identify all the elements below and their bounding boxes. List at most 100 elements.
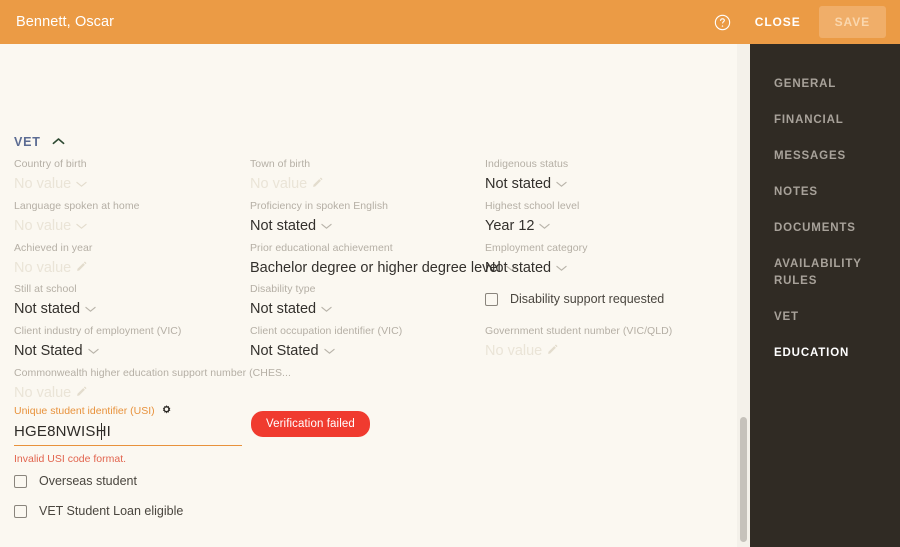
pencil-icon[interactable] — [76, 259, 87, 277]
field-value-text: No value — [485, 343, 543, 359]
gear-icon[interactable] — [161, 404, 172, 419]
field-dropdown[interactable]: Not stated — [485, 259, 588, 277]
chevron-down-icon[interactable] — [556, 259, 567, 277]
field-label: Commonwealth higher education support nu… — [14, 367, 291, 379]
field-label: Country of birth — [14, 158, 87, 170]
verification-failed-badge[interactable]: Verification failed — [251, 411, 370, 437]
field-label: Disability type — [250, 283, 316, 295]
checkbox-box[interactable] — [485, 292, 498, 306]
field-label: Proficiency in spoken English — [250, 200, 389, 212]
field-text-control[interactable]: No value — [485, 342, 672, 360]
field-value-text: No value — [14, 176, 72, 192]
page-title: Bennett, Oscar — [16, 14, 115, 30]
field-value-text: Not stated — [485, 260, 552, 276]
pencil-icon[interactable] — [76, 384, 87, 402]
right-nav-sidebar: GENERAL FINANCIAL MESSAGES NOTES DOCUMENTS AV… — [750, 44, 900, 547]
field-label: Town of birth — [250, 158, 311, 170]
field-client-occupation-identifier-vic: Client occupation identifier (VIC) Not St… — [250, 325, 402, 360]
field-value-text: Not stated — [485, 176, 552, 192]
field-label: Language spoken at home — [14, 200, 140, 212]
pencil-icon[interactable] — [312, 175, 323, 193]
field-value-text: No value — [14, 260, 72, 276]
field-value-text: Not stated — [250, 218, 317, 234]
field-label: Government student number (VIC/QLD) — [485, 325, 673, 337]
field-language-spoken-at-home: Language spoken at home No value — [14, 200, 140, 235]
chevron-up-icon — [52, 133, 65, 151]
checkbox-vet-student-loan-eligible[interactable]: VET Student Loan eligible — [14, 504, 183, 518]
sidebar-item-documents[interactable]: DOCUMENTS — [750, 210, 900, 246]
field-label: Still at school — [14, 283, 77, 295]
usi-input[interactable] — [14, 422, 242, 441]
chevron-down-icon[interactable] — [323, 342, 335, 360]
field-dropdown[interactable]: Bachelor degree or higher degree level — [250, 259, 517, 277]
usi-input-wrapper — [14, 422, 242, 446]
field-indigenous-status: Indigenous status Not stated — [485, 158, 568, 193]
checkbox-box[interactable] — [14, 504, 27, 518]
field-dropdown[interactable]: Year 12 — [485, 217, 579, 235]
chevron-down-icon[interactable] — [556, 175, 567, 193]
chevron-down-icon[interactable] — [321, 300, 332, 318]
checkbox-box[interactable] — [14, 474, 27, 488]
sidebar-item-notes[interactable]: NOTES — [750, 174, 900, 210]
field-value-text: No value — [14, 218, 72, 234]
field-dropdown[interactable]: Not stated — [250, 217, 388, 235]
field-commonwealth-higher-education-support-number: Commonwealth higher education support nu… — [14, 367, 291, 402]
chevron-down-icon[interactable] — [85, 300, 96, 318]
sidebar-item-label: EDUCATION — [774, 346, 850, 359]
help-circle-icon[interactable] — [709, 8, 737, 36]
chevron-down-icon[interactable] — [76, 217, 87, 235]
field-disability-type: Disability type Not stated — [250, 283, 332, 318]
field-text-control[interactable]: No value — [250, 175, 323, 193]
vertical-scrollbar-thumb[interactable] — [740, 417, 747, 542]
field-text-control[interactable]: No value — [14, 259, 92, 277]
field-dropdown[interactable]: Not stated — [14, 300, 96, 318]
sidebar-item-label: GENERAL — [774, 78, 837, 90]
field-value-text: Not stated — [14, 301, 81, 317]
sidebar-item-general[interactable]: GENERAL — [750, 66, 900, 102]
field-employment-category: Employment category Not stated — [485, 242, 588, 277]
usi-label-text: Unique student identifier (USI) — [14, 405, 155, 417]
field-dropdown[interactable]: Not Stated — [250, 342, 402, 360]
sidebar-item-label: MESSAGES — [774, 150, 846, 163]
chevron-down-icon[interactable] — [539, 217, 551, 235]
field-dropdown[interactable]: Not stated — [485, 175, 568, 193]
field-text-control[interactable]: No value — [14, 384, 291, 402]
checkbox-label: Overseas student — [39, 474, 137, 488]
field-dropdown[interactable]: No value — [14, 175, 87, 193]
field-value-text: Not Stated — [250, 343, 319, 359]
chevron-down-icon[interactable] — [76, 175, 87, 193]
field-dropdown[interactable]: No value — [14, 217, 140, 235]
section-label-vet: VET — [14, 135, 41, 149]
checkbox-label: Disability support requested — [510, 292, 665, 306]
sidebar-item-availability-rules[interactable]: AVAILABILITY RULES — [750, 246, 900, 298]
field-value-text: Not stated — [250, 301, 317, 317]
header-actions: CLOSE SAVE — [709, 6, 886, 38]
field-label: Achieved in year — [14, 242, 93, 254]
section-header-vet[interactable]: VET — [14, 133, 65, 151]
form-content: VET Country of birth No value Town of birt… — [0, 44, 740, 547]
field-label: Client industry of employment (VIC) — [14, 325, 182, 337]
checkbox-label: VET Student Loan eligible — [39, 504, 184, 518]
usi-label: Unique student identifier (USI) — [14, 404, 242, 419]
vertical-scrollbar-track[interactable] — [737, 44, 750, 547]
sidebar-item-label: DOCUMENTS — [774, 222, 856, 235]
close-button[interactable]: CLOSE — [741, 7, 815, 37]
field-dropdown[interactable]: Not stated — [250, 300, 332, 318]
pencil-icon[interactable] — [547, 342, 558, 360]
sidebar-item-messages[interactable]: MESSAGES — [750, 138, 900, 174]
field-dropdown[interactable]: Not Stated — [14, 342, 181, 360]
checkbox-overseas-student[interactable]: Overseas student — [14, 474, 137, 488]
field-highest-school-level: Highest school level Year 12 — [485, 200, 579, 235]
chevron-down-icon[interactable] — [87, 342, 99, 360]
chevron-down-icon[interactable] — [321, 217, 332, 235]
sidebar-item-education[interactable]: EDUCATION — [750, 335, 900, 371]
field-value-text: Bachelor degree or higher degree level — [250, 260, 501, 276]
field-town-of-birth: Town of birth No value — [250, 158, 323, 193]
checkbox-disability-support-requested[interactable]: Disability support requested — [485, 292, 664, 306]
education-form-pane: VET Country of birth No value Town of birt… — [0, 44, 750, 547]
field-value-text: No value — [14, 385, 72, 401]
sidebar-item-vet[interactable]: VET — [750, 299, 900, 335]
save-button[interactable]: SAVE — [818, 6, 886, 38]
sidebar-item-financial[interactable]: FINANCIAL — [750, 102, 900, 138]
sidebar-item-label: NOTES — [774, 186, 818, 199]
